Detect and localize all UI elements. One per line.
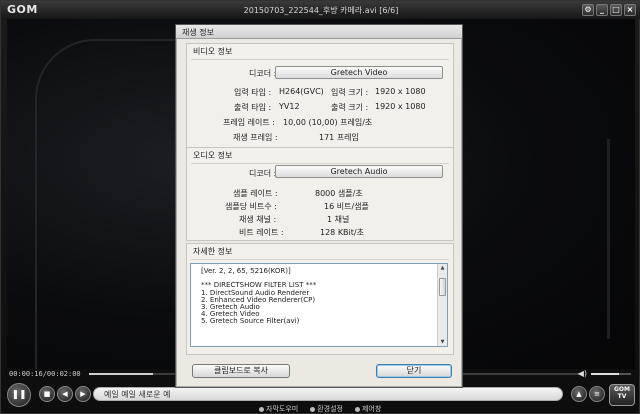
dot-icon: [310, 406, 316, 412]
sample-rate-value: 8000 샘플/초: [315, 189, 363, 198]
menu-icon: ≡: [594, 390, 600, 398]
open-button[interactable]: ▲: [571, 386, 587, 402]
eject-icon: ▲: [576, 390, 582, 398]
video-info-panel: 비디오 정보 디코더 : Gretech Video 입력 타입 : H264(…: [186, 43, 454, 150]
stop-icon: ■: [43, 390, 51, 398]
dialog-title[interactable]: 재생 정보: [176, 25, 462, 39]
output-size-label: 출력 크기 :: [331, 103, 369, 112]
pause-icon: ❚❚: [11, 390, 27, 400]
detail-info-textbox[interactable]: [Ver. 2, 2, 65, 5216(KOR)] *** DIRECTSHO…: [190, 263, 448, 347]
bitrate-value: 128 KBit/초: [320, 228, 364, 237]
video-decoder-button[interactable]: Gretech Video: [275, 66, 443, 79]
video-scene-arch: [35, 39, 175, 369]
speaker-icon[interactable]: ◀): [578, 369, 587, 378]
played-frames-label: 재생 프레임 :: [233, 133, 278, 142]
time-display: 00:00:16/00:02:00: [9, 370, 81, 378]
output-size-value: 1920 x 1080: [375, 102, 426, 111]
dot-icon: [259, 406, 264, 412]
minimize-icon[interactable]: _: [596, 4, 608, 16]
menu-button[interactable]: ≡: [589, 386, 605, 402]
bits-per-sample-label: 샘플당 비트수 :: [225, 202, 277, 211]
played-frames-value: 171 프레임: [319, 133, 359, 142]
seek-progress: [89, 373, 153, 375]
link-label: 환경설정: [317, 405, 343, 413]
next-button[interactable]: ▶: [75, 386, 91, 402]
previous-icon: ◀: [62, 390, 68, 398]
bitrate-label: 비트 레이트 :: [239, 228, 284, 237]
input-type-value: H264(GVC): [279, 87, 324, 96]
playback-info-dialog: 재생 정보 비디오 정보 디코더 : Gretech Video 입력 타입 :…: [175, 24, 463, 388]
copy-to-clipboard-button[interactable]: 클립보드로 복사: [192, 364, 290, 378]
scroll-thumb[interactable]: [439, 278, 446, 296]
scroll-up-icon[interactable]: ▲: [438, 264, 447, 272]
subtitle-helper-link[interactable]: 자막도우미: [259, 404, 298, 414]
video-scene-pole: [607, 139, 610, 339]
output-type-label: 출력 타입 :: [234, 103, 272, 112]
output-type-value: YV12: [279, 102, 300, 111]
detail-info-text: [Ver. 2, 2, 65, 5216(KOR)] *** DIRECTSHO…: [201, 267, 317, 326]
link-label: 자막도우미: [266, 405, 299, 413]
dot-icon: [354, 406, 360, 412]
sample-rate-label: 샘플 레이트 :: [233, 189, 278, 198]
close-button[interactable]: 닫기: [376, 364, 452, 378]
detail-scrollbar[interactable]: ▲ ▼: [437, 264, 447, 346]
next-icon: ▶: [80, 390, 86, 398]
window-title: 20150703_222544_후방 카메라.avi [6/6]: [243, 6, 399, 15]
subtitle-ticker[interactable]: 예일 예일 새로운 예: [93, 387, 563, 401]
divider: [191, 59, 449, 60]
audio-decoder-button[interactable]: Gretech Audio: [275, 165, 443, 178]
window-buttons: ⚙ _ □ ×: [582, 4, 636, 16]
volume-slider[interactable]: [591, 373, 631, 375]
preferences-link[interactable]: 환경설정: [310, 404, 343, 414]
audio-info-panel: 오디오 정보 디코더 : Gretech Audio 샘플 레이트 : 8000…: [186, 147, 454, 241]
input-type-label: 입력 타입 :: [234, 88, 272, 97]
input-size-value: 1920 x 1080: [375, 87, 426, 96]
status-links: 자막도우미 환경설정 제어창: [259, 404, 381, 414]
title-bar[interactable]: GOM 20150703_222544_후방 카메라.avi [6/6] ⚙ _…: [1, 1, 640, 19]
divider: [191, 259, 449, 260]
channels-label: 재생 채널 :: [239, 215, 277, 224]
video-info-heading: 비디오 정보: [193, 47, 233, 56]
audio-decoder-label: 디코더 :: [249, 169, 277, 178]
settings-icon[interactable]: ⚙: [582, 4, 594, 16]
divider: [191, 163, 449, 164]
input-size-label: 입력 크기 :: [331, 88, 369, 97]
stop-button[interactable]: ■: [39, 386, 55, 402]
maximize-icon[interactable]: □: [610, 4, 622, 16]
detail-info-heading: 자세한 정보: [193, 247, 233, 256]
scroll-down-icon[interactable]: ▼: [438, 338, 447, 346]
close-icon[interactable]: ×: [624, 4, 636, 16]
volume-level: [591, 373, 619, 375]
framerate-value: 10,00 (10,00) 프레임/초: [283, 118, 373, 127]
framerate-label: 프레임 레이트 :: [223, 118, 275, 127]
bits-per-sample-value: 16 비트/샘플: [324, 202, 369, 211]
previous-button[interactable]: ◀: [57, 386, 73, 402]
pause-button[interactable]: ❚❚: [7, 383, 31, 407]
gomtv-button[interactable]: GOM TV: [609, 384, 635, 406]
video-decoder-label: 디코더 :: [249, 69, 277, 78]
audio-info-heading: 오디오 정보: [193, 151, 233, 160]
link-label: 제어창: [361, 405, 382, 413]
channels-value: 1 채널: [327, 215, 350, 224]
control-panel-link[interactable]: 제어창: [354, 404, 382, 414]
